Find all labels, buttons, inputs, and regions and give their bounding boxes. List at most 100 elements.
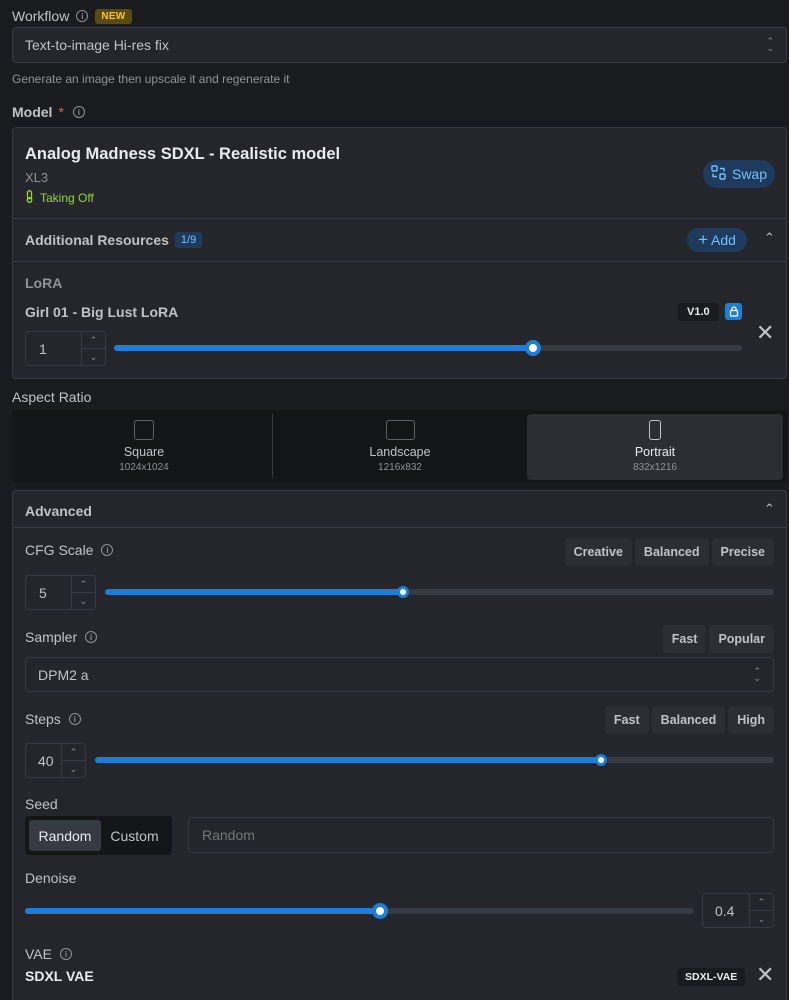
steps-label: Steps bbox=[25, 711, 61, 727]
increment-icon[interactable]: ⌃ bbox=[82, 332, 105, 349]
landscape-icon bbox=[385, 420, 415, 440]
plus-icon: + bbox=[698, 230, 708, 249]
chevron-up-icon[interactable]: ⌃ bbox=[764, 230, 775, 246]
square-icon bbox=[134, 420, 154, 440]
aspect-option-name: Landscape bbox=[369, 445, 431, 459]
remove-vae-icon[interactable]: ✕ bbox=[756, 964, 774, 986]
swap-button[interactable]: Swap bbox=[703, 160, 775, 188]
info-icon[interactable]: i bbox=[72, 106, 85, 118]
info-icon[interactable]: i bbox=[101, 544, 114, 556]
chevron-up-down-icon: ⌃ ⌄ bbox=[766, 36, 774, 53]
info-icon[interactable]: i bbox=[59, 948, 72, 960]
increment-icon[interactable]: ⌃ bbox=[72, 576, 95, 593]
model-base: XL3 bbox=[25, 170, 49, 185]
cfg-preset-precise[interactable]: Precise bbox=[711, 538, 774, 566]
lora-section-label: LoRA bbox=[25, 275, 63, 291]
aspect-landscape-option[interactable]: Landscape 1216x832 bbox=[273, 414, 527, 480]
lora-strength-input[interactable]: 1 ⌃ ⌄ bbox=[25, 331, 106, 366]
workflow-label: Workflow bbox=[12, 8, 70, 24]
denoise-input[interactable]: 0.4 ⌃ ⌄ bbox=[702, 893, 774, 928]
steps-preset-high[interactable]: High bbox=[728, 706, 774, 734]
model-label: Model bbox=[12, 104, 53, 120]
model-name[interactable]: Analog Madness SDXL - Realistic model bbox=[25, 145, 340, 164]
sampler-preset-popular[interactable]: Popular bbox=[709, 625, 774, 653]
additional-resources-label: Additional Resources bbox=[25, 232, 169, 248]
advanced-panel: Advanced ⌃ CFG Scale i Creative Balanced… bbox=[12, 490, 787, 1000]
seed-input[interactable] bbox=[188, 817, 774, 853]
aspect-ratio-label: Aspect Ratio bbox=[12, 389, 92, 405]
steps-value: 40 bbox=[38, 752, 54, 769]
vae-tag-badge: SDXL-VAE bbox=[677, 968, 746, 986]
add-resource-button[interactable]: + Add bbox=[687, 228, 747, 252]
sampler-label: Sampler bbox=[25, 629, 78, 645]
swap-icon bbox=[711, 165, 726, 183]
model-status: Taking Off bbox=[40, 191, 94, 205]
required-marker: * bbox=[58, 104, 64, 120]
slider-fill bbox=[95, 757, 601, 763]
steps-preset-balanced[interactable]: Balanced bbox=[651, 706, 726, 734]
swap-label: Swap bbox=[731, 166, 768, 182]
chevron-up-down-icon: ⌃ ⌄ bbox=[753, 665, 761, 683]
increment-icon[interactable]: ⌃ bbox=[62, 744, 85, 761]
seed-label: Seed bbox=[25, 796, 58, 812]
denoise-slider[interactable] bbox=[25, 903, 694, 919]
seed-mode-custom[interactable]: Custom bbox=[101, 820, 168, 851]
steps-slider[interactable] bbox=[95, 754, 774, 766]
slider-fill bbox=[105, 589, 403, 595]
slider-fill bbox=[25, 908, 380, 914]
slider-thumb[interactable] bbox=[525, 340, 541, 356]
vae-name[interactable]: SDXL VAE bbox=[25, 968, 94, 984]
decrement-icon[interactable]: ⌄ bbox=[72, 593, 95, 609]
slider-thumb[interactable] bbox=[372, 903, 388, 919]
chevron-up-icon[interactable]: ⌃ bbox=[764, 501, 775, 517]
info-icon[interactable]: i bbox=[76, 10, 89, 22]
vae-label: VAE bbox=[25, 946, 52, 962]
info-icon[interactable]: i bbox=[68, 713, 81, 725]
slider-thumb[interactable] bbox=[397, 586, 409, 598]
remove-lora-icon[interactable]: ✕ bbox=[756, 322, 774, 344]
lock-icon[interactable] bbox=[725, 303, 742, 320]
decrement-icon[interactable]: ⌄ bbox=[750, 911, 773, 927]
sampler-preset-fast[interactable]: Fast bbox=[662, 625, 707, 653]
denoise-value: 0.4 bbox=[715, 902, 735, 919]
steps-input[interactable]: 40 ⌃ ⌄ bbox=[25, 743, 86, 778]
lora-name[interactable]: Girl 01 - Big Lust LoRA bbox=[25, 304, 178, 320]
cfg-label: CFG Scale bbox=[25, 542, 94, 558]
advanced-title[interactable]: Advanced bbox=[25, 503, 92, 519]
slider-fill bbox=[114, 345, 533, 351]
model-card: Analog Madness SDXL - Realistic model XL… bbox=[12, 127, 787, 379]
cfg-value: 5 bbox=[39, 584, 47, 601]
workflow-select[interactable]: Text-to-image Hi-res fix ⌃ ⌄ bbox=[12, 27, 787, 63]
workflow-value: Text-to-image Hi-res fix bbox=[25, 37, 169, 53]
lora-version-badge: V1.0 bbox=[678, 303, 719, 321]
aspect-portrait-option[interactable]: Portrait 832x1216 bbox=[527, 414, 783, 480]
steps-preset-fast[interactable]: Fast bbox=[604, 706, 649, 734]
resource-count-badge: 1/9 bbox=[174, 232, 203, 248]
aspect-option-name: Square bbox=[123, 445, 165, 459]
cfg-slider[interactable] bbox=[105, 586, 774, 598]
aspect-option-dims: 832x1216 bbox=[633, 462, 677, 473]
info-icon[interactable]: i bbox=[85, 631, 98, 643]
aspect-option-name: Portrait bbox=[634, 445, 676, 459]
cfg-preset-balanced[interactable]: Balanced bbox=[634, 538, 709, 566]
sampler-select[interactable]: DPM2 a ⌃ ⌄ bbox=[25, 657, 774, 692]
seed-mode-random[interactable]: Random bbox=[29, 820, 101, 851]
thermometer-icon bbox=[25, 190, 34, 206]
cfg-preset-creative[interactable]: Creative bbox=[564, 538, 632, 566]
seed-mode-control: Random Custom bbox=[25, 816, 172, 855]
lora-strength-slider[interactable] bbox=[114, 340, 742, 356]
cfg-input[interactable]: 5 ⌃ ⌄ bbox=[25, 575, 96, 610]
decrement-icon[interactable]: ⌄ bbox=[82, 349, 105, 365]
aspect-square-option[interactable]: Square 1024x1024 bbox=[16, 414, 272, 480]
lora-strength-value: 1 bbox=[39, 340, 47, 357]
increment-icon[interactable]: ⌃ bbox=[750, 894, 773, 911]
sampler-value: DPM2 a bbox=[38, 666, 89, 683]
aspect-option-dims: 1216x832 bbox=[378, 462, 422, 473]
denoise-label: Denoise bbox=[25, 870, 77, 886]
add-label: Add bbox=[711, 232, 736, 248]
slider-thumb[interactable] bbox=[595, 754, 607, 766]
portrait-icon bbox=[649, 420, 661, 440]
aspect-option-dims: 1024x1024 bbox=[119, 462, 169, 473]
decrement-icon[interactable]: ⌄ bbox=[62, 761, 85, 777]
workflow-description: Generate an image then upscale it and re… bbox=[12, 72, 290, 86]
